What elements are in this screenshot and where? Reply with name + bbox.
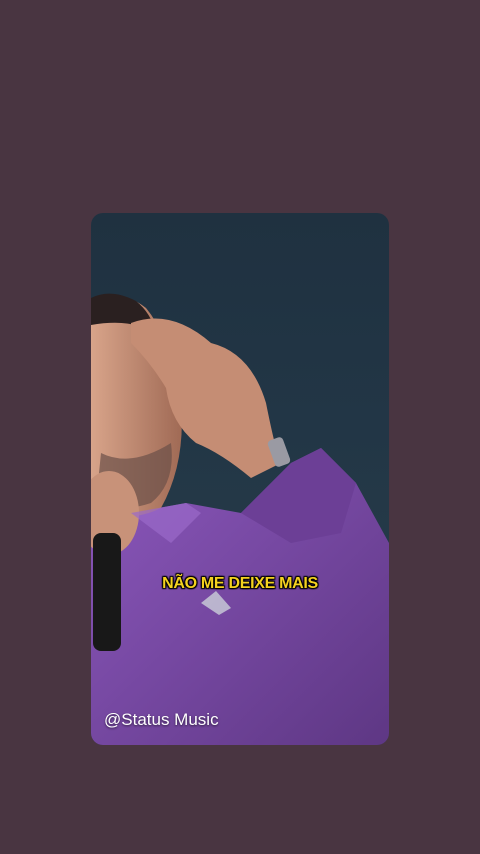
- subtitle-caption: NÃO ME DEIXE MAIS: [162, 575, 318, 592]
- video-frame: [91, 293, 389, 745]
- story-screen: NÃO ME DEIXE MAIS @Status Music: [0, 0, 480, 854]
- video-player[interactable]: NÃO ME DEIXE MAIS @Status Music: [91, 213, 389, 745]
- watermark-label: @Status Music: [104, 710, 219, 729]
